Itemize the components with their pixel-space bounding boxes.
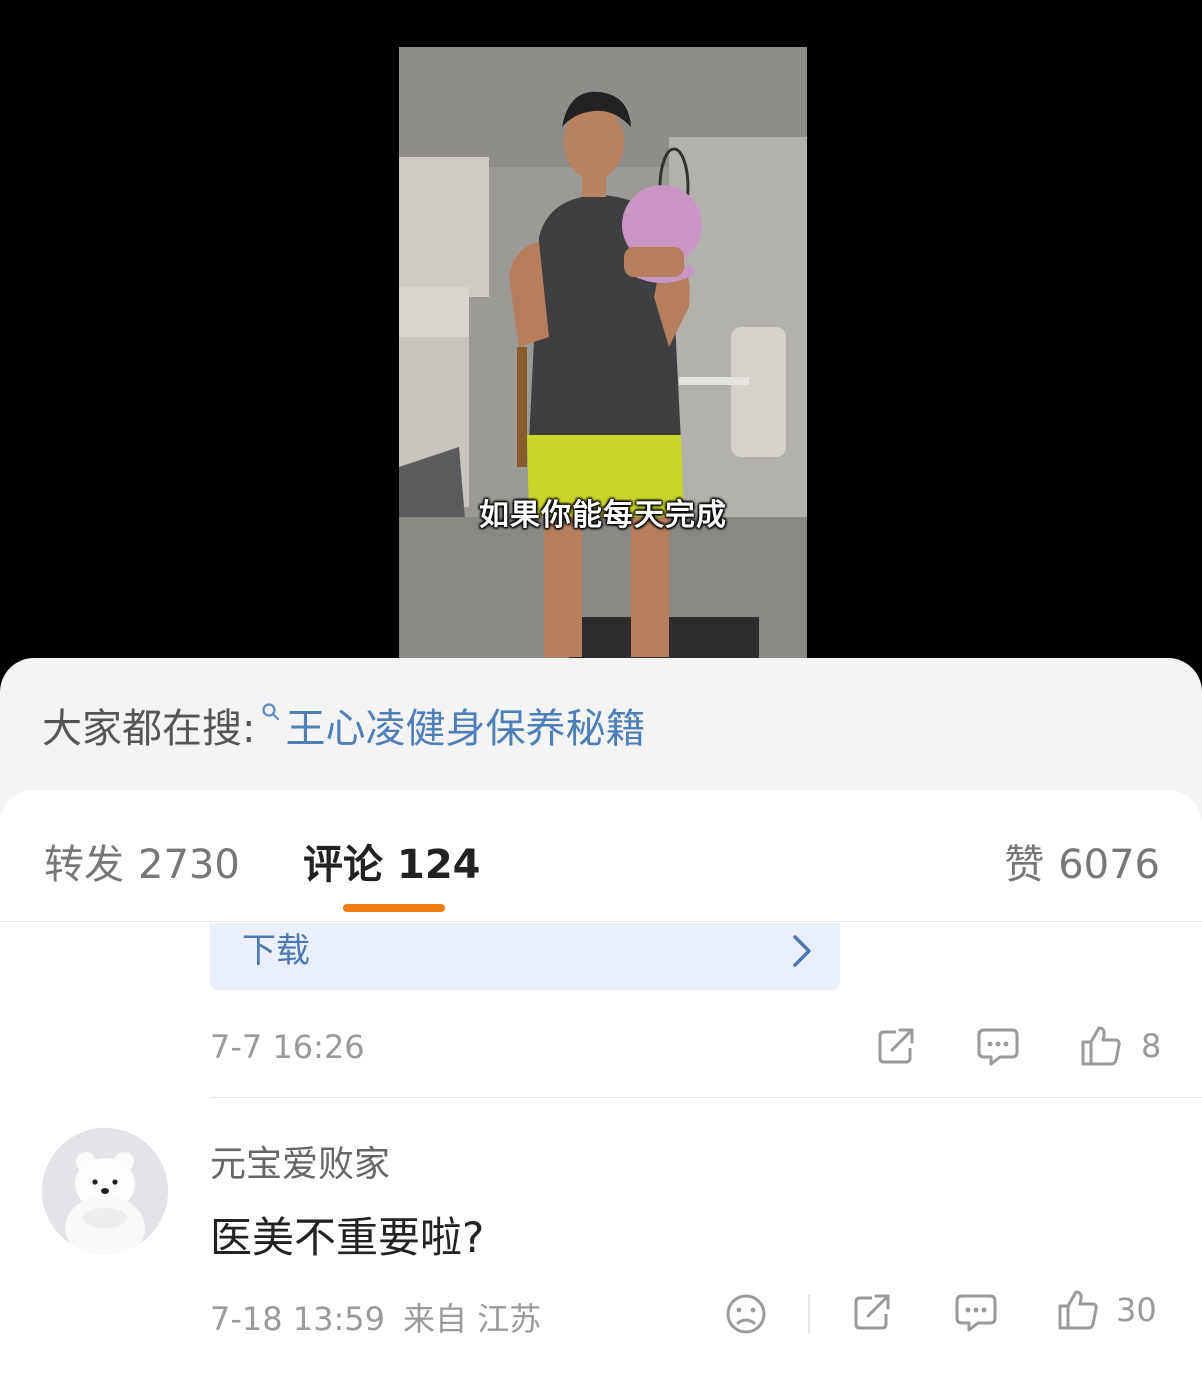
share-button[interactable] <box>852 1292 894 1332</box>
comment-meta: 7-7 16:26 <box>210 1028 365 1066</box>
tab-likes-count: 6076 <box>1058 842 1160 888</box>
like-button[interactable]: 30 <box>1056 1288 1157 1332</box>
download-link-card[interactable]: 下载 <box>210 923 840 990</box>
reply-button[interactable] <box>976 1026 1020 1068</box>
comment-text: 医美不重要啦? <box>210 1213 485 1262</box>
like-count: 30 <box>1116 1291 1157 1329</box>
share-button[interactable] <box>876 1026 918 1066</box>
search-hint-row: 大家都在搜: 王心凌健身保养秘籍 <box>42 700 645 752</box>
tab-comments-count: 124 <box>397 842 481 888</box>
comment-bubble-icon <box>976 1026 1020 1068</box>
video-scene <box>399 47 807 687</box>
comment-location: 来自 江苏 <box>403 1300 542 1338</box>
tab-likes-label: 赞 <box>1004 842 1045 888</box>
tab-repost-label: 转发 <box>44 842 124 888</box>
like-count: 8 <box>1141 1027 1162 1065</box>
thumbs-up-icon <box>1079 1024 1123 1068</box>
action-separator <box>808 1295 810 1333</box>
video-frame[interactable]: 如果你能每天完成 <box>399 47 807 687</box>
comment-divider <box>210 1097 1202 1098</box>
tab-comments[interactable]: 评论 124 <box>303 832 481 890</box>
polar-bear-avatar-icon <box>42 1128 168 1254</box>
search-icon <box>261 702 281 728</box>
reply-button[interactable] <box>954 1292 998 1334</box>
tab-likes[interactable]: 赞 6076 <box>1004 832 1160 890</box>
comment-timestamp: 7-18 13:59 <box>210 1300 386 1338</box>
sad-face-icon <box>724 1292 768 1336</box>
tab-bar: 转发 2730 评论 124 赞 6076 <box>0 790 1202 922</box>
comment-meta: 7-18 13:59 来自 江苏 <box>210 1294 541 1340</box>
comment-bubble-icon <box>954 1292 998 1334</box>
dislike-button[interactable] <box>724 1292 768 1336</box>
like-button[interactable]: 8 <box>1079 1024 1161 1068</box>
video-subtitle: 如果你能每天完成 <box>479 498 727 533</box>
tab-repost[interactable]: 转发 2730 <box>44 832 240 890</box>
thumbs-up-icon <box>1056 1288 1100 1332</box>
tab-repost-count: 2730 <box>138 842 240 888</box>
share-icon <box>876 1026 918 1066</box>
comment-username[interactable]: 元宝爱败家 <box>210 1135 390 1187</box>
search-hint-label: 大家都在搜: <box>42 706 256 752</box>
video-player[interactable]: 如果你能每天完成 <box>0 0 1202 700</box>
share-icon <box>852 1292 894 1332</box>
comment-timestamp: 7-7 16:26 <box>210 1028 365 1066</box>
search-hint-link[interactable]: 王心凌健身保养秘籍 <box>285 696 645 754</box>
download-label: 下载 <box>242 931 310 971</box>
comments-panel: 转发 2730 评论 124 赞 6076 下载 7-7 16:26 8 元宝爱… <box>0 790 1202 1374</box>
avatar[interactable] <box>42 1128 168 1254</box>
active-tab-indicator <box>343 904 445 912</box>
chevron-right-icon <box>790 931 814 975</box>
tab-comments-label: 评论 <box>303 842 383 888</box>
